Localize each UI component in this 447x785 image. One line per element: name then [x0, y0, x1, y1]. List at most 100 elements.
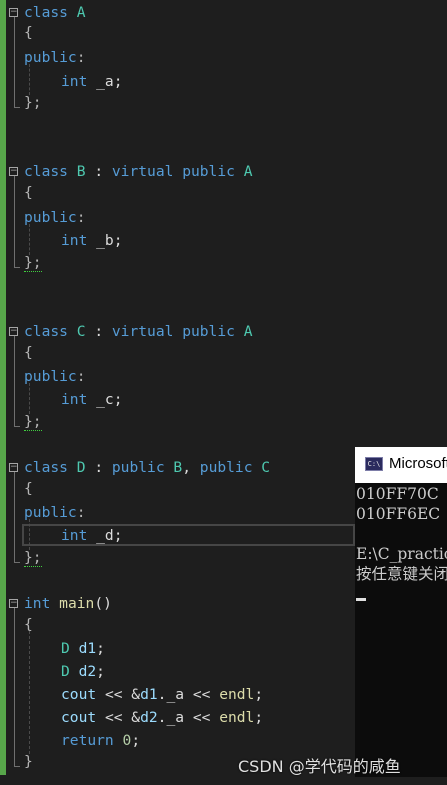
console-cursor [356, 598, 366, 601]
code-token: D [76, 459, 86, 476]
code-token: d1 [140, 686, 158, 703]
code-line[interactable]: return 0; [61, 729, 140, 752]
code-token: int [61, 527, 88, 544]
code-line[interactable]: { [24, 477, 33, 500]
code-line[interactable]: int _b; [61, 229, 123, 252]
code-line[interactable]: int _c; [61, 388, 123, 411]
code-token: return [61, 732, 114, 749]
code-token: ; [131, 732, 141, 749]
code-line[interactable]: public: [24, 365, 86, 388]
console-titlebar[interactable]: C:\ Microsoft Visual Studio Debug Consol… [355, 447, 447, 483]
code-token: A [243, 163, 253, 180]
code-token: , [182, 459, 200, 476]
code-token: virtual [111, 163, 174, 180]
code-token: }; [24, 413, 42, 431]
code-token: cout [61, 686, 97, 703]
code-token: _b; [87, 232, 123, 249]
code-line[interactable]: }; [24, 410, 42, 433]
code-token: public [24, 49, 77, 66]
watermark: CSDN @学代码的咸鱼 [238, 757, 401, 776]
code-line[interactable]: { [24, 21, 33, 44]
fold-region-line [14, 336, 15, 426]
code-line[interactable]: D d1; [61, 637, 105, 660]
fold-region-end [14, 267, 20, 268]
code-token: int [61, 391, 88, 408]
code-token: d2 [78, 663, 97, 680]
code-token: public [24, 504, 77, 521]
code-line[interactable]: { [24, 181, 33, 204]
code-token: A [76, 4, 86, 21]
code-token: 0 [122, 732, 132, 749]
code-token: public [182, 323, 235, 340]
code-token: int [61, 232, 88, 249]
code-line[interactable]: class C : virtual public A [24, 320, 253, 343]
code-token: class [24, 163, 68, 180]
code-token: public [111, 459, 165, 476]
code-token: { [24, 344, 33, 361]
code-line[interactable]: { [24, 341, 33, 364]
code-token: virtual [111, 323, 174, 340]
console-line: 010FF6EC [356, 505, 441, 523]
fold-collapse-icon[interactable]: − [9, 167, 18, 176]
code-token: ; [254, 686, 264, 703]
fold-region-end [14, 426, 20, 427]
code-line[interactable]: int _d; [61, 524, 123, 547]
code-line[interactable]: public: [24, 501, 86, 524]
fold-collapse-icon[interactable]: − [9, 8, 18, 17]
code-token: }; [24, 254, 42, 272]
code-line[interactable]: class B : virtual public A [24, 160, 253, 183]
code-token: : [76, 504, 86, 521]
code-token: public [24, 368, 77, 385]
code-token: endl [219, 686, 255, 703]
code-token: : [76, 209, 86, 226]
code-line[interactable]: cout << &d2._a << endl; [61, 706, 263, 729]
code-token: { [24, 184, 33, 201]
code-line[interactable]: D d2; [61, 660, 105, 683]
fold-region-end [14, 766, 20, 767]
fold-collapse-icon[interactable]: − [9, 327, 18, 336]
code-line[interactable]: class A [24, 1, 86, 24]
code-token: }; [24, 549, 42, 567]
console-app-icon: C:\ [365, 457, 383, 471]
code-token: { [24, 480, 33, 497]
code-line[interactable]: }; [24, 251, 42, 274]
code-line[interactable]: class D : public B, public C [24, 456, 270, 479]
code-token: << & [96, 686, 141, 703]
debug-console-window[interactable]: C:\ Microsoft Visual Studio Debug Consol… [355, 447, 447, 777]
code-token: }; [24, 94, 42, 111]
code-line[interactable]: cout << &d1._a << endl; [61, 683, 263, 706]
code-token: B [76, 163, 86, 180]
code-token: C [76, 323, 86, 340]
indent-guide [29, 383, 30, 414]
code-line[interactable]: public: [24, 46, 86, 69]
code-line[interactable]: int main() [24, 592, 112, 615]
code-token: ; [254, 709, 264, 726]
code-line[interactable]: }; [24, 546, 42, 569]
console-line: 010FF70C [356, 485, 439, 503]
code-token: _d; [87, 527, 123, 544]
fold-collapse-icon[interactable]: − [9, 463, 18, 472]
code-line[interactable]: }; [24, 91, 42, 114]
code-token: ; [96, 640, 105, 657]
code-token: ._a << [157, 709, 220, 726]
code-token: : [76, 49, 86, 66]
code-line[interactable]: int _a; [61, 70, 123, 93]
change-tracking-bar [0, 0, 6, 775]
fold-collapse-icon[interactable]: − [9, 599, 18, 608]
code-token: _a; [87, 73, 123, 90]
console-line: E:\C_practice [356, 545, 447, 563]
fold-region-end [14, 562, 20, 563]
code-line[interactable]: public: [24, 206, 86, 229]
code-token: d1 [78, 640, 97, 657]
code-token: int [61, 73, 88, 90]
indent-guide [29, 631, 30, 754]
